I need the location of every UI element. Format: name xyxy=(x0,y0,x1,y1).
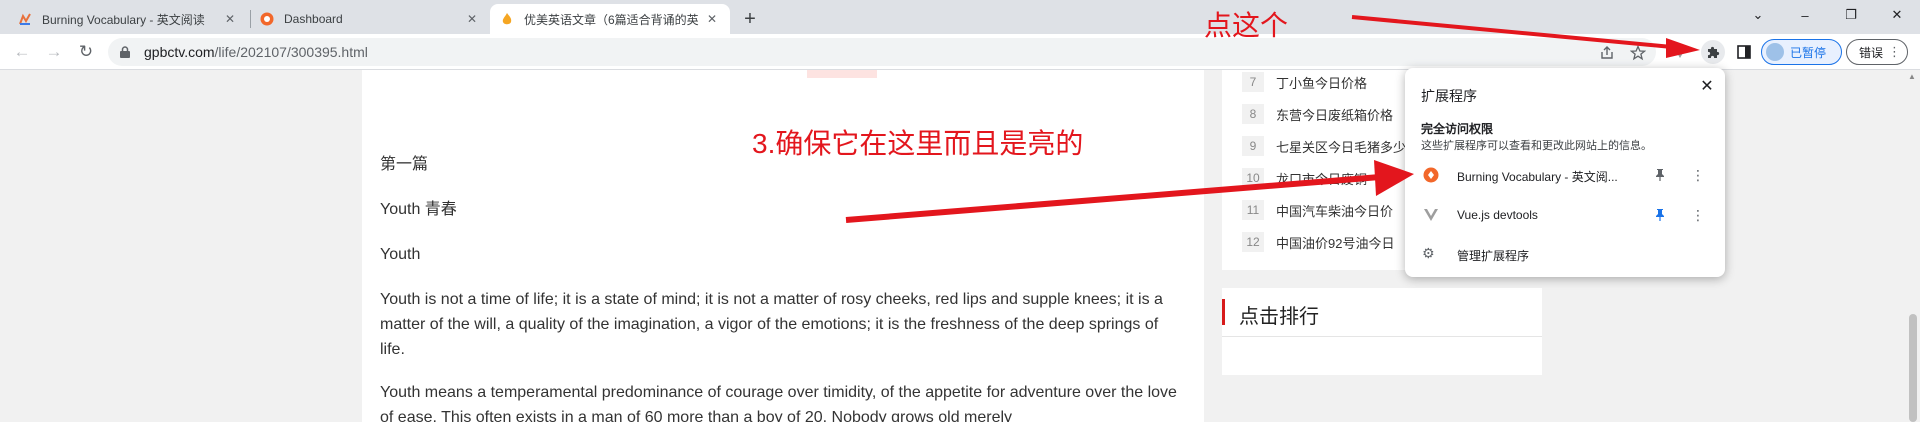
bookmark-star-icon[interactable] xyxy=(1629,44,1647,62)
tab-search-icon[interactable]: ⌄ xyxy=(1738,0,1778,30)
url-text: gpbctv.com/life/202107/300395.html xyxy=(144,44,368,60)
url-host: gpbctv.com xyxy=(144,44,215,60)
lock-icon xyxy=(120,46,130,58)
list-item[interactable]: 9 七星关区今日毛猪多少 xyxy=(1242,136,1406,156)
extension-item-burning-vocabulary[interactable]: Burning Vocabulary - 英文阅... ⋮ xyxy=(1405,155,1725,195)
burning-vocabulary-icon xyxy=(1423,167,1439,183)
forward-button[interactable]: → xyxy=(42,40,66,64)
popup-close-icon[interactable]: ✕ xyxy=(1697,76,1717,96)
pin-icon[interactable] xyxy=(1652,167,1668,183)
back-button[interactable]: ← xyxy=(10,40,34,64)
close-window-button[interactable]: ✕ xyxy=(1874,0,1920,30)
tab-title: 优美英语文章（6篇适合背诵的英 xyxy=(524,12,699,27)
profile-status-label: 已暂停 xyxy=(1790,45,1827,60)
share-icon[interactable] xyxy=(1598,44,1616,62)
side-panel-icon[interactable] xyxy=(1734,42,1754,62)
full-access-description: 这些扩展程序可以查看和更改此网站上的信息。 xyxy=(1421,140,1652,152)
tab-close-icon[interactable]: ✕ xyxy=(222,11,238,27)
list-item[interactable]: 7 丁小鱼今日价格 xyxy=(1242,72,1367,92)
article-paragraph: Youth means a temperamental predominance… xyxy=(380,384,1177,422)
profile-paused-button[interactable]: 已暂停 xyxy=(1761,39,1842,65)
tab-burning-vocabulary[interactable]: Burning Vocabulary - 英文阅读 ✕ xyxy=(8,4,248,34)
list-item[interactable]: 12 中国油价92号油今日 xyxy=(1242,232,1394,252)
section-marker xyxy=(1222,299,1225,325)
gear-icon: ⚙ xyxy=(1422,245,1435,261)
more-options-icon[interactable]: ⋮ xyxy=(1690,205,1706,225)
decorative-banner xyxy=(807,70,877,78)
burning-vocabulary-favicon-icon xyxy=(18,12,32,26)
tab-dashboard[interactable]: Dashboard ✕ xyxy=(250,4,490,34)
divider xyxy=(1222,336,1542,337)
extensions-popup: 扩展程序 ✕ 完全访问权限 这些扩展程序可以查看和更改此网站上的信息。 Burn… xyxy=(1405,68,1725,277)
tab-title: Dashboard xyxy=(284,12,343,26)
error-button[interactable]: 错误 ⋮ xyxy=(1846,39,1908,65)
browser-toolbar: ← → ↻ gpbctv.com/life/202107/300395.html… xyxy=(0,34,1920,70)
tab-article[interactable]: 优美英语文章（6篇适合背诵的英 ✕ xyxy=(490,4,730,34)
dashboard-favicon-icon xyxy=(260,12,274,26)
manage-extensions-label: 管理扩展程序 xyxy=(1457,249,1530,263)
annotation-ensure-here: 3.确保它在这里而且是亮的 xyxy=(752,128,1084,159)
vue-devtools-icon[interactable] xyxy=(1670,42,1690,62)
article-paragraph: Youth is not a time of life; it is a sta… xyxy=(380,291,1163,358)
article-subtitle: Youth 青春 xyxy=(380,201,457,218)
extension-item-vue-devtools[interactable]: Vue.js devtools ⋮ xyxy=(1405,195,1725,235)
tab-strip: Burning Vocabulary - 英文阅读 ✕ Dashboard ✕ … xyxy=(0,0,1920,34)
new-tab-button[interactable]: + xyxy=(738,7,762,31)
address-bar[interactable]: gpbctv.com/life/202107/300395.html xyxy=(108,38,1656,66)
extension-name: Burning Vocabulary - 英文阅... xyxy=(1457,170,1618,184)
scrollbar-thumb[interactable] xyxy=(1909,314,1917,422)
error-label: 错误 xyxy=(1859,45,1884,60)
reload-button[interactable]: ↻ xyxy=(74,40,98,64)
menu-more-icon[interactable]: ⋮ xyxy=(1888,44,1901,60)
click-ranking-title: 点击排行 xyxy=(1239,306,1319,328)
maximize-button[interactable]: ❐ xyxy=(1828,0,1874,30)
url-path: /life/202107/300395.html xyxy=(214,44,368,60)
click-ranking-card: 点击排行 xyxy=(1222,288,1542,375)
list-item[interactable]: 11 中国汽车柴油今日价 xyxy=(1242,200,1393,220)
tab-title: Burning Vocabulary - 英文阅读 xyxy=(42,12,205,27)
manage-extensions-button[interactable]: ⚙ 管理扩展程序 xyxy=(1405,239,1725,269)
extension-name: Vue.js devtools xyxy=(1457,208,1538,222)
fire-favicon-icon xyxy=(500,12,514,26)
list-item[interactable]: 8 东营今日废纸箱价格 xyxy=(1242,104,1393,124)
tab-close-icon[interactable]: ✕ xyxy=(464,11,480,27)
list-item[interactable]: 10 龙口市今日废铜 xyxy=(1242,168,1367,188)
pin-icon[interactable] xyxy=(1652,207,1668,223)
vue-devtools-icon xyxy=(1423,207,1439,223)
minimize-button[interactable]: – xyxy=(1782,0,1828,30)
scroll-up-icon[interactable]: ▲ xyxy=(1908,72,1916,81)
full-access-heading: 完全访问权限 xyxy=(1421,122,1494,136)
more-options-icon[interactable]: ⋮ xyxy=(1690,165,1706,185)
tab-close-icon[interactable]: ✕ xyxy=(704,11,720,27)
avatar xyxy=(1766,43,1784,61)
article-paragraph: Youth xyxy=(380,246,421,263)
annotation-click-this: 点这个 xyxy=(1204,10,1289,41)
extensions-puzzle-icon[interactable] xyxy=(1701,40,1725,64)
popup-title: 扩展程序 xyxy=(1421,88,1477,104)
